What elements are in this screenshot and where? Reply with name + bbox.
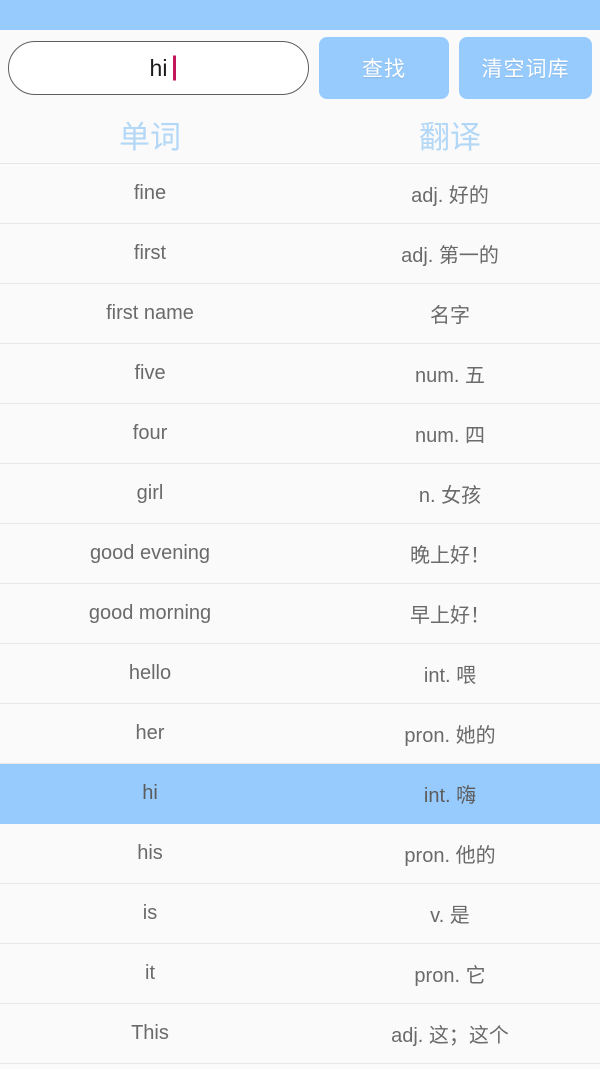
- search-field-wrapper[interactable]: [8, 41, 309, 95]
- table-row[interactable]: four num. 四: [0, 404, 600, 464]
- table-row[interactable]: fine adj. 好的: [0, 164, 600, 224]
- clear-dictionary-button[interactable]: 清空词库: [459, 37, 592, 99]
- cell-word: girl: [136, 482, 164, 504]
- cell-word: hi: [142, 782, 158, 804]
- cell-translation: pron. 它: [414, 965, 486, 987]
- cell-word: first: [133, 242, 167, 264]
- cell-word: first name: [106, 302, 194, 324]
- cell-word: four: [132, 422, 168, 444]
- table-row[interactable]: it pron. 它: [0, 944, 600, 1004]
- table-row[interactable]: first name 名字: [0, 284, 600, 344]
- table-row[interactable]: his pron. 他的: [0, 824, 600, 884]
- cell-translation: num. 五: [414, 365, 486, 387]
- table-row[interactable]: five num. 五: [0, 344, 600, 404]
- cell-word: good morning: [88, 602, 212, 624]
- search-toolbar: 查找 清空词库: [0, 30, 600, 106]
- cell-translation: 名字: [430, 305, 470, 327]
- table-row[interactable]: good morning 早上好！: [0, 584, 600, 644]
- table-row[interactable]: hello int. 喂: [0, 644, 600, 704]
- app-root: 查找 清空词库 单词 翻译 fineadj. 好的firstadj. 第一的fi…: [0, 0, 600, 1069]
- cell-word: fine: [133, 182, 167, 204]
- cell-translation: int. 喂: [423, 665, 477, 687]
- text-cursor: [172, 55, 176, 81]
- cell-word: good evening: [89, 542, 211, 564]
- cell-translation: adj. 这；这个: [391, 1025, 509, 1047]
- cell-word: five: [134, 362, 166, 384]
- table-row[interactable]: girl n. 女孩: [0, 464, 600, 524]
- find-button[interactable]: 查找: [319, 37, 449, 99]
- cell-translation: pron. 她的: [404, 725, 496, 747]
- cell-word: his: [137, 842, 163, 864]
- search-input[interactable]: [9, 42, 308, 94]
- word-list[interactable]: fine adj. 好的 first adj. 第一的 first name 名字 five…: [0, 164, 600, 1069]
- cell-word: This: [131, 1022, 169, 1044]
- status-bar: [0, 0, 600, 30]
- cell-translation: n. 女孩: [418, 485, 482, 507]
- table-row[interactable]: is v. 是: [0, 884, 600, 944]
- table-row[interactable]: her pron. 她的: [0, 704, 600, 764]
- cell-translation: pron. 他的: [404, 845, 496, 867]
- column-header-translation: 翻译: [419, 120, 481, 155]
- cell-translation: 早上好！: [410, 605, 490, 627]
- cell-translation: 晚上好！: [410, 545, 490, 567]
- table-row[interactable]: first adj. 第一的: [0, 224, 600, 284]
- table-row[interactable]: This adj. 这；这个: [0, 1004, 600, 1064]
- cell-word: is: [142, 902, 158, 924]
- cell-translation: v. 是: [430, 905, 470, 927]
- table-column-headers: 单词 翻译: [0, 106, 600, 164]
- cell-translation: int. 嗨: [423, 785, 477, 807]
- cell-word: hello: [128, 662, 172, 684]
- table-row[interactable]: good evening 晚上好！: [0, 524, 600, 584]
- cell-translation: adj. 好的: [411, 185, 489, 207]
- cell-word: her: [135, 722, 165, 744]
- cell-word: it: [145, 962, 155, 984]
- table-row[interactable]: hi int. 嗨: [0, 764, 600, 824]
- cell-translation: adj. 第一的: [401, 245, 499, 267]
- column-header-word: 单词: [119, 120, 181, 155]
- cell-translation: num. 四: [414, 425, 486, 447]
